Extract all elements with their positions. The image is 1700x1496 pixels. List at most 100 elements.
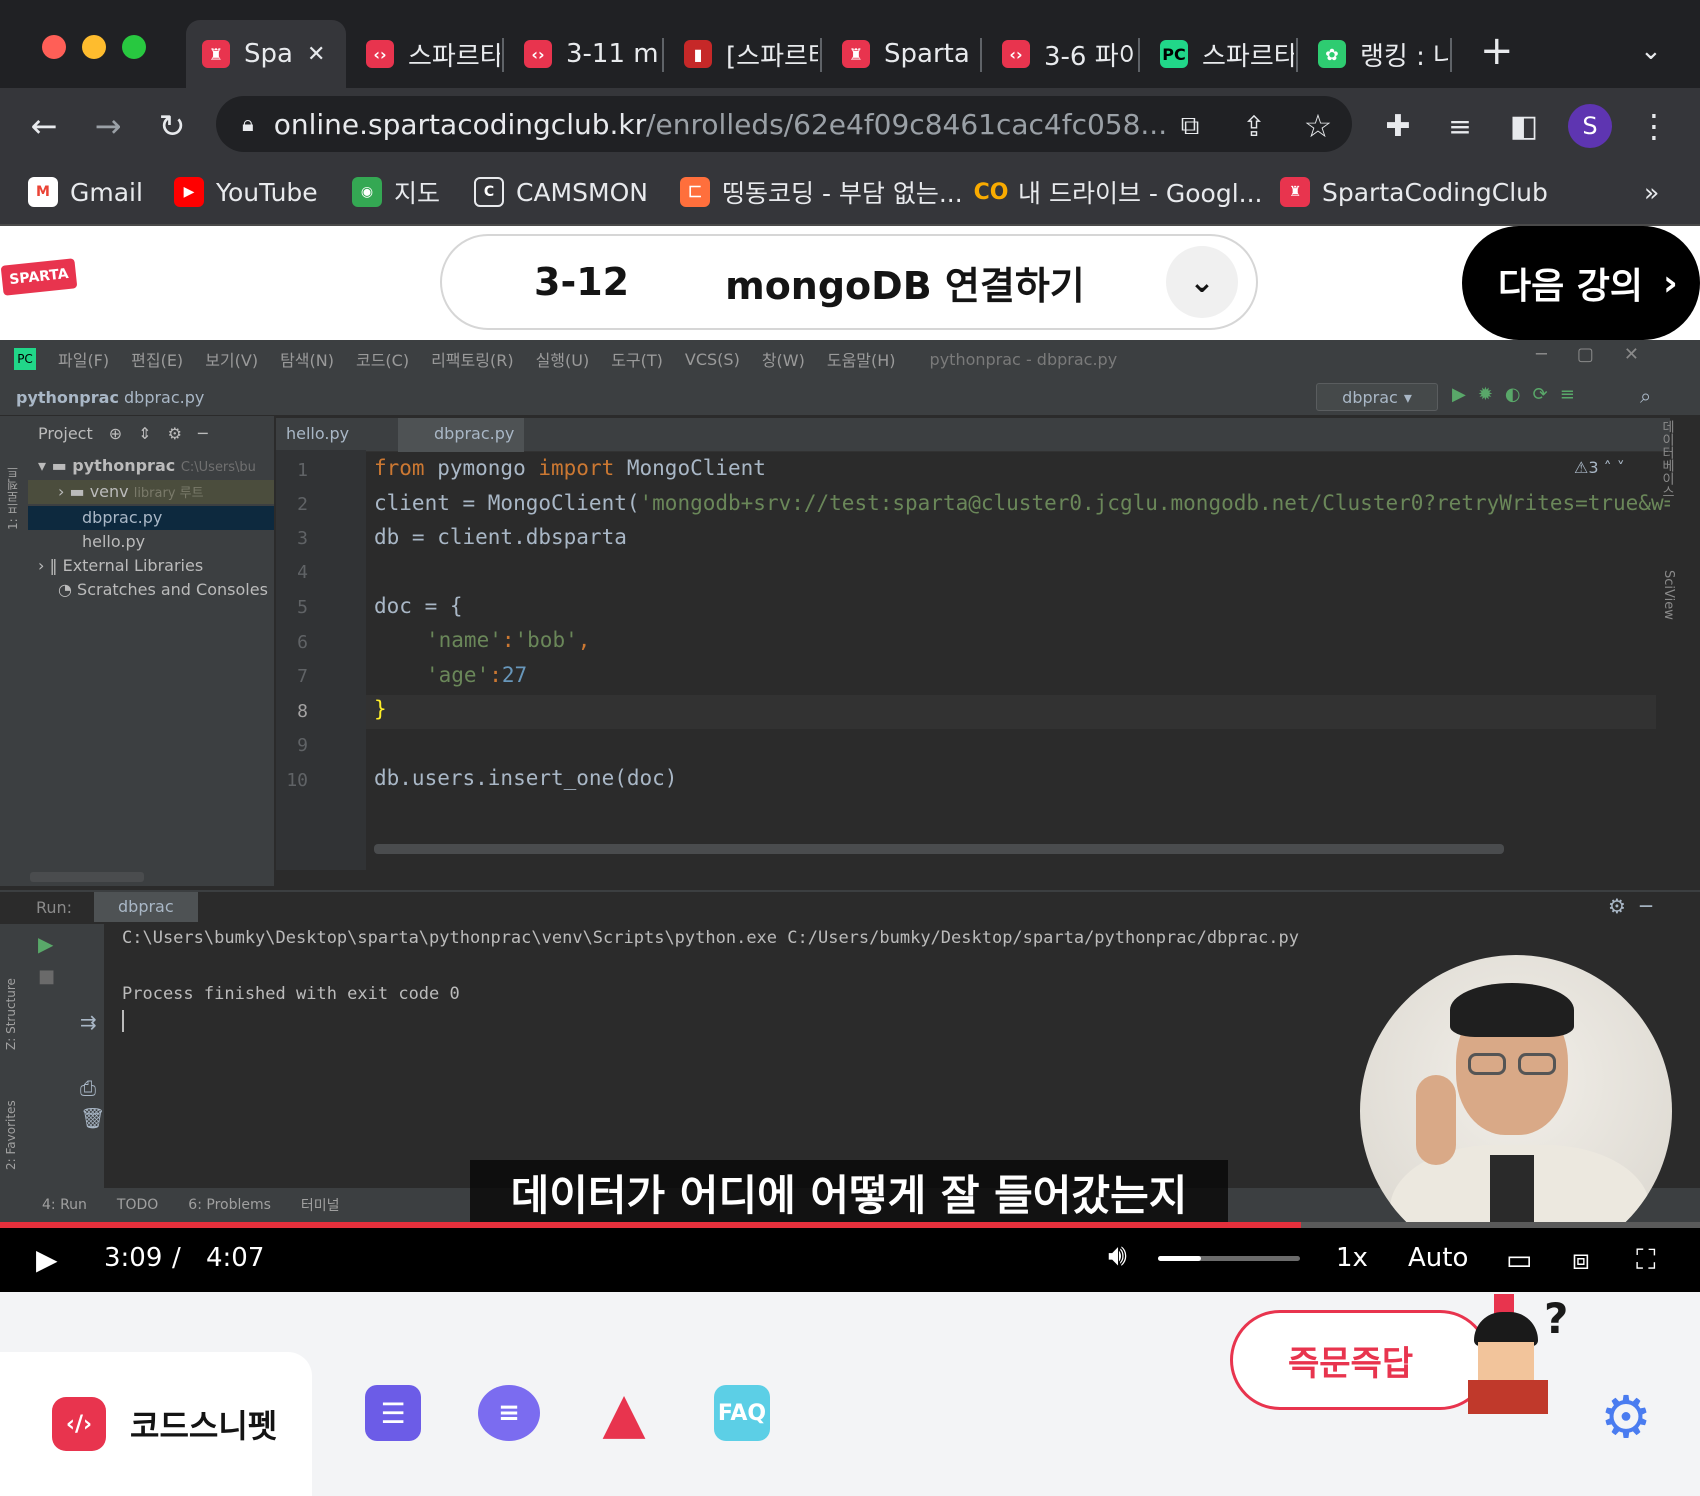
new-tab-button[interactable]: + bbox=[1480, 28, 1514, 74]
project-label[interactable]: Project bbox=[38, 424, 93, 443]
sparta-icon: ♜ bbox=[842, 40, 870, 68]
run-config-select[interactable]: dbprac ▾ bbox=[1316, 383, 1438, 411]
tree-label: Scratches and Consoles bbox=[77, 580, 268, 599]
side-label-project[interactable]: 1: 프로젝트 bbox=[4, 430, 24, 531]
code-line-7: 'age':27 bbox=[426, 663, 527, 687]
tab-divider bbox=[502, 38, 504, 72]
close-window-button[interactable] bbox=[42, 35, 66, 59]
warnings-indicator[interactable]: ⚠3 ˄ ˅ bbox=[1574, 458, 1625, 477]
browser-tab[interactable]: ✿ 랭킹 : 나 bbox=[1302, 20, 1448, 88]
browser-tab[interactable]: ‹› 3-6 파이 bbox=[986, 20, 1136, 88]
maximize-window-button[interactable] bbox=[122, 35, 146, 59]
warning-icon[interactable]: ▲ bbox=[596, 1381, 652, 1446]
bookmark-youtube[interactable]: ▶ YouTube bbox=[174, 170, 318, 214]
stop-icon[interactable]: ■ bbox=[38, 966, 55, 987]
tab-label: 스파르타 bbox=[408, 41, 500, 72]
share-icon[interactable]: ⇪ bbox=[1232, 104, 1276, 148]
wrap-icon[interactable]: ⇉ bbox=[80, 1010, 97, 1034]
lock-icon: 🔒︎ bbox=[242, 111, 254, 137]
bottom-tab-todo[interactable]: TODO bbox=[117, 1197, 158, 1213]
browser-tab[interactable]: ‹› 스파르타 bbox=[350, 20, 500, 88]
minimize-window-button[interactable] bbox=[82, 35, 106, 59]
bottom-tab-terminal[interactable]: 터미널 bbox=[301, 1195, 340, 1215]
browser-tab[interactable]: PC 스파르타 bbox=[1144, 20, 1294, 88]
browser-tab-active[interactable]: ♜ Spa ✕ bbox=[186, 20, 346, 88]
speed-button[interactable]: 1x bbox=[1336, 1243, 1368, 1273]
target-icon[interactable]: ⊕ bbox=[109, 424, 122, 443]
volume-icon[interactable]: 🔊︎ bbox=[1108, 1238, 1127, 1273]
ide-menu-item: 창(W) bbox=[761, 351, 805, 370]
bookmark-camsmon[interactable]: C CAMSMON bbox=[474, 170, 648, 214]
browser-tab[interactable]: ▮ [스파르타 bbox=[668, 20, 818, 88]
trash-icon[interactable]: 🗑︎ bbox=[80, 1106, 105, 1130]
back-arrow-icon[interactable]: ← bbox=[22, 104, 66, 148]
fullscreen-icon[interactable]: ⛶ bbox=[1636, 1243, 1656, 1277]
bookmark-maps[interactable]: ◉ 지도 bbox=[352, 170, 440, 214]
profile-avatar[interactable]: S bbox=[1568, 104, 1612, 148]
print-icon[interactable]: ⎙ bbox=[80, 1076, 96, 1100]
side-panel-icon[interactable]: ◧ bbox=[1502, 104, 1546, 148]
tab-search-chevron-icon[interactable]: ⌄ bbox=[1640, 36, 1662, 66]
side-label-favorites[interactable]: 2: Favorites bbox=[4, 1070, 24, 1170]
video-progress-bar[interactable] bbox=[0, 1222, 1700, 1228]
bookmark-drive[interactable]: CO 내 드라이브 - Googl... bbox=[974, 170, 1262, 214]
bookmark-sparta[interactable]: ♜ SpartaCodingClub bbox=[1280, 170, 1548, 214]
rerun-icon[interactable]: ▶ bbox=[38, 932, 53, 956]
pip-icon[interactable]: ⧈ bbox=[1572, 1243, 1590, 1277]
gear-icon[interactable]: ⚙ bbox=[168, 424, 182, 443]
bottom-tab-run[interactable]: 4: Run bbox=[42, 1197, 87, 1213]
kebab-menu-icon[interactable]: ⋮ bbox=[1632, 104, 1676, 148]
browser-tab[interactable]: ‹› 3-11 m bbox=[508, 20, 660, 88]
ide-menu-item: 편집(E) bbox=[131, 351, 184, 370]
run-tab-dbprac[interactable]: dbprac bbox=[94, 892, 198, 922]
editor-tab-dbprac[interactable]: dbprac.py bbox=[398, 418, 524, 452]
side-label-sciview[interactable]: SciView bbox=[1656, 570, 1676, 670]
line-number: 10 bbox=[286, 770, 308, 791]
captions-icon[interactable]: ▭ bbox=[1506, 1243, 1532, 1276]
drive-icon: CO bbox=[974, 177, 1008, 207]
media-queue-icon[interactable]: ≡ bbox=[1438, 104, 1482, 148]
tab-close-icon[interactable]: ✕ bbox=[307, 42, 325, 67]
search-icon[interactable]: ⌕ bbox=[1640, 384, 1651, 408]
reload-icon[interactable]: ↻ bbox=[150, 104, 194, 148]
horizontal-scrollbar[interactable] bbox=[30, 872, 144, 882]
editor-tab-hello[interactable]: hello.py bbox=[286, 424, 349, 443]
bookmark-label: CAMSMON bbox=[516, 177, 648, 207]
dropdown-arrow-icon: ▾ bbox=[1403, 387, 1412, 407]
collapse-icon[interactable]: ⇕ bbox=[138, 424, 151, 443]
browser-tab[interactable]: ♜ Sparta bbox=[826, 20, 978, 88]
volume-slider[interactable] bbox=[1158, 1256, 1300, 1261]
translate-icon[interactable]: ⧉ bbox=[1168, 104, 1212, 148]
lecture-selector[interactable]: 3-12 mongoDB 연결하기 ⌄ bbox=[440, 234, 1258, 330]
forward-arrow-icon[interactable]: → bbox=[86, 104, 130, 148]
side-label-structure[interactable]: Z: Structure bbox=[4, 940, 24, 1050]
bookmark-gmail[interactable]: M Gmail bbox=[28, 170, 143, 214]
tree-item-external-libraries[interactable]: › ‖ External Libraries bbox=[38, 556, 203, 575]
bookmarks-overflow-button[interactable]: » bbox=[1644, 170, 1659, 214]
instant-qa-button[interactable]: 즉문즉답 bbox=[1230, 1310, 1490, 1410]
bookmark-dingdong[interactable]: 匚 띵동코딩 - 부담 없는... bbox=[680, 170, 963, 214]
extensions-puzzle-icon[interactable]: ✚ bbox=[1376, 104, 1420, 148]
settings-gear-icon[interactable]: ⚙ bbox=[1600, 1388, 1652, 1446]
bottom-tab-problems[interactable]: 6: Problems bbox=[188, 1197, 271, 1213]
play-icon[interactable]: ▶ bbox=[36, 1243, 58, 1276]
code-text: : bbox=[501, 628, 515, 652]
code-snippet-button[interactable]: ‹/› 코드스니펫 bbox=[0, 1352, 312, 1496]
checklist-icon[interactable]: ☰ bbox=[365, 1385, 421, 1441]
tree-item-scratches[interactable]: ◔ Scratches and Consoles bbox=[58, 580, 268, 599]
tree-item-dbprac[interactable]: dbprac.py bbox=[28, 506, 274, 530]
chat-bubble-icon[interactable]: ≡ bbox=[478, 1385, 540, 1441]
quality-button[interactable]: Auto bbox=[1408, 1243, 1468, 1273]
next-lecture-button[interactable]: 다음 강의 › bbox=[1462, 226, 1700, 340]
minimize-icon[interactable]: ─ bbox=[198, 424, 208, 443]
tree-item-pythonprac[interactable]: ▾ ▬ pythonprac C:\Users\bu bbox=[38, 456, 256, 475]
chevron-down-icon[interactable]: ⌄ bbox=[1166, 246, 1238, 318]
ide-menu-item: 보기(V) bbox=[205, 351, 259, 370]
presenter-webcam bbox=[1360, 955, 1672, 1267]
editor-horizontal-scrollbar[interactable] bbox=[374, 844, 1504, 854]
faq-icon[interactable]: FAQ bbox=[714, 1385, 770, 1441]
run-panel-controls[interactable]: ⚙─ bbox=[1608, 894, 1666, 918]
tree-item-venv[interactable]: › ▬ venv library 루트 bbox=[28, 480, 274, 504]
tree-item-hello[interactable]: hello.py bbox=[82, 532, 145, 551]
bookmark-star-icon[interactable]: ☆ bbox=[1296, 104, 1340, 148]
